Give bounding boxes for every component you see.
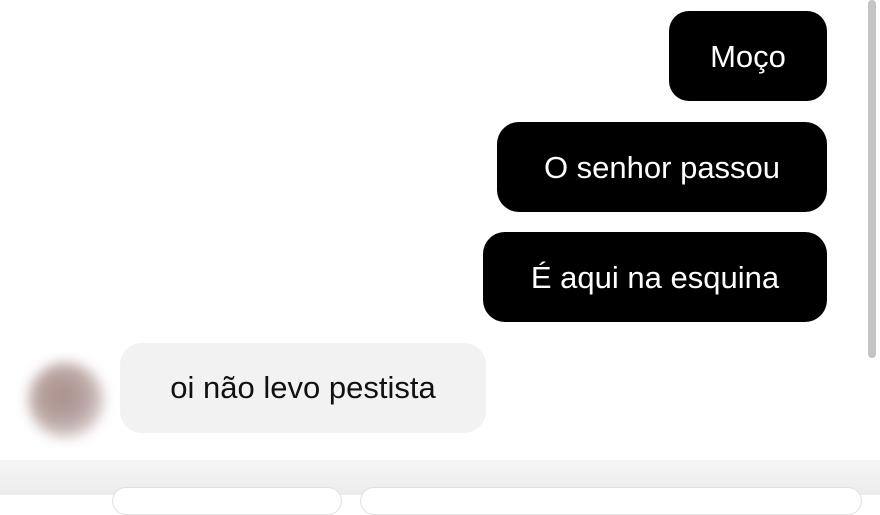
incoming-message: oi não levo pestista (120, 343, 486, 433)
message-text: Moço (710, 38, 786, 74)
scrollbar-thumb[interactable] (868, 0, 876, 358)
avatar[interactable] (28, 362, 104, 438)
outgoing-message: É aqui na esquina (483, 232, 827, 322)
message-text: oi não levo pestista (170, 370, 436, 405)
outgoing-message: Moço (669, 11, 827, 101)
message-text: É aqui na esquina (530, 259, 780, 295)
composer-bar (0, 460, 880, 515)
chat-area: Moço O senhor passou É aqui na esquina o… (0, 0, 862, 460)
outgoing-message: O senhor passou (497, 122, 827, 212)
scrollbar[interactable] (862, 0, 880, 460)
message-input[interactable] (360, 487, 862, 515)
message-text: O senhor passou (543, 149, 781, 185)
composer-button[interactable] (112, 487, 342, 515)
